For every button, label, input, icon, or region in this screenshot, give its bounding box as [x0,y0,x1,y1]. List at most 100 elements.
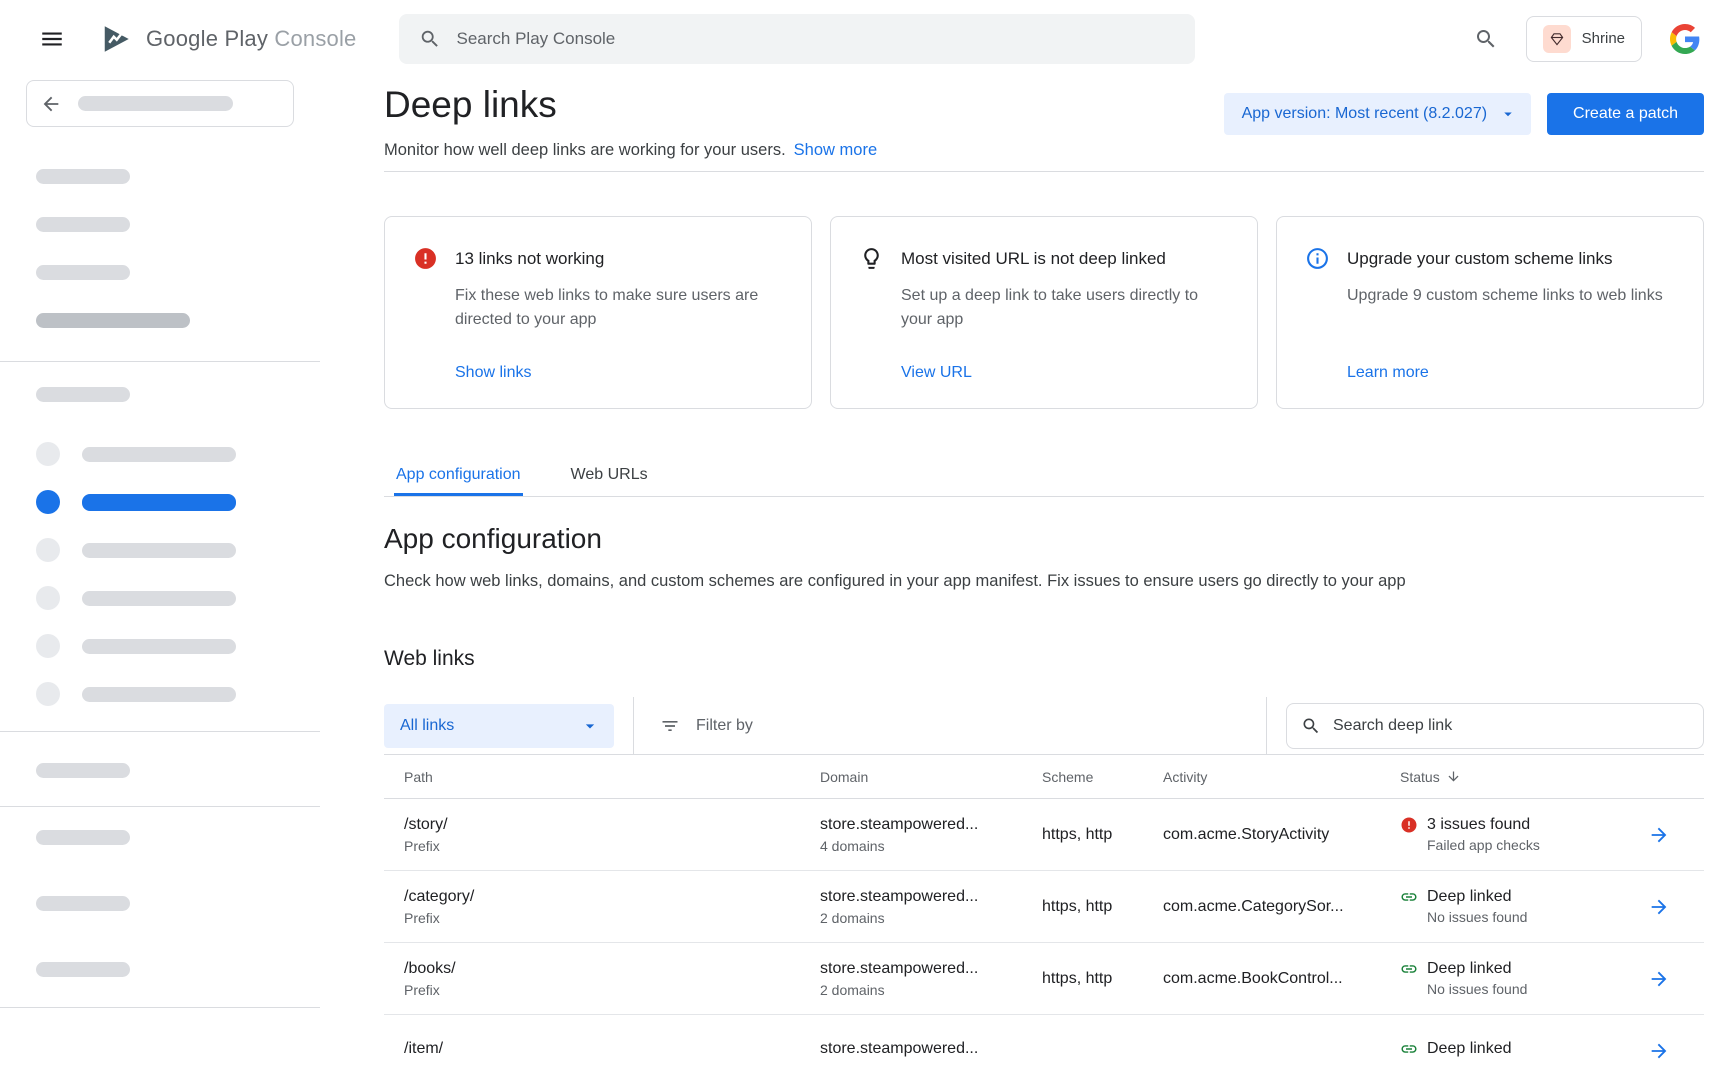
row-detail-arrow[interactable] [1648,1040,1704,1062]
global-search-input[interactable] [457,29,1175,49]
card-body: Upgrade 9 custom scheme links to web lin… [1347,284,1677,308]
card-title: Most visited URL is not deep linked [901,246,1166,271]
search-icon [1301,716,1321,736]
skeleton-bar [82,639,236,654]
skeleton-bar [36,313,190,328]
row-status: Deep linked [1427,960,1512,978]
column-path[interactable]: Path [404,769,820,785]
topbar: Google Play Console Shrine [0,0,1728,77]
search-icon-button[interactable] [1474,27,1498,51]
row-domain-count: 4 domains [820,838,1042,854]
learn-more-link[interactable]: Learn more [1347,364,1677,382]
table-row[interactable]: /books/Prefix store.steampowered...2 dom… [384,943,1704,1015]
menu-icon[interactable] [30,17,74,61]
skeleton-bar [36,962,130,977]
row-path: /story/ [404,816,820,834]
main-content: Deep links Monitor how well deep links a… [320,77,1728,1080]
row-path: /category/ [404,888,820,906]
column-activity[interactable]: Activity [1163,769,1400,785]
row-domain-count: 2 domains [820,982,1042,998]
sidebar-divider [0,806,320,807]
sidebar-nav-item[interactable] [0,670,320,718]
sidebar-nav-item[interactable] [0,574,320,622]
app-version-label: App version: Most recent (8.2.027) [1242,105,1487,123]
lightbulb-icon [859,246,884,271]
sidebar-nav-item-selected[interactable] [0,478,320,526]
table-row[interactable]: /item/ store.steampowered... Deep linked [384,1015,1704,1080]
deep-link-search-input[interactable] [1333,717,1689,735]
section-title: App configuration [384,523,1704,555]
link-icon [1400,888,1418,906]
card-body: Set up a deep link to take users directl… [901,284,1231,332]
header-divider [384,171,1704,172]
create-patch-button[interactable]: Create a patch [1547,93,1704,135]
sidebar-nav-item[interactable] [0,526,320,574]
row-activity: com.acme.CategorySor... [1163,898,1400,916]
view-url-link[interactable]: View URL [901,364,1231,382]
toolbar-divider [1266,697,1267,755]
insight-cards: 13 links not working Fix these web links… [384,216,1704,409]
row-status-detail: Failed app checks [1427,837,1648,853]
skeleton-bar [36,217,130,232]
sidebar-nav-item[interactable] [0,622,320,670]
search-icon [419,28,441,50]
tab-bar: App configuration Web URLs [384,458,1704,497]
table-row[interactable]: /story/Prefix store.steampowered...4 dom… [384,799,1704,871]
filter-by-button[interactable]: Filter by [660,716,753,736]
logo-text: Google Play Console [146,26,357,52]
play-console-logo: Google Play Console [98,21,357,57]
sidebar [0,77,320,1080]
shrine-app-icon [1543,25,1571,53]
global-search[interactable] [399,14,1195,64]
app-selector-chip[interactable]: Shrine [1526,16,1642,62]
sort-descending-icon [1446,769,1461,784]
links-filter-dropdown[interactable]: All links [384,704,614,748]
row-status-detail: No issues found [1427,909,1648,925]
row-scheme: https, http [1042,898,1163,916]
info-icon [1305,246,1330,271]
row-status: Deep linked [1427,1040,1512,1058]
filter-by-label: Filter by [696,717,753,735]
skeleton-icon [36,538,60,562]
tab-app-configuration[interactable]: App configuration [394,458,523,496]
show-links-link[interactable]: Show links [455,364,785,382]
row-path-type: Prefix [404,982,820,998]
skeleton-bar [82,687,236,702]
row-detail-arrow[interactable] [1648,824,1704,846]
app-version-dropdown[interactable]: App version: Most recent (8.2.027) [1224,93,1531,135]
skeleton-bar [36,830,130,845]
skeleton-icon [36,442,60,466]
google-account-icon[interactable] [1670,24,1700,54]
app-chip-label: Shrine [1582,30,1625,47]
card-upgrade-scheme-links: Upgrade your custom scheme links Upgrade… [1276,216,1704,409]
error-icon [413,246,438,271]
row-path: /item/ [404,1040,820,1058]
sidebar-back-button[interactable] [26,80,294,127]
row-path-type: Prefix [404,910,820,926]
column-status-label: Status [1400,769,1440,785]
sidebar-divider [0,731,320,732]
row-status: 3 issues found [1427,816,1530,834]
column-status[interactable]: Status [1400,769,1648,785]
skeleton-bar [82,591,236,606]
skeleton-bar [36,387,130,402]
link-icon [1400,1040,1418,1058]
card-body: Fix these web links to make sure users a… [455,284,785,332]
tab-web-urls[interactable]: Web URLs [569,458,650,496]
table-row[interactable]: /category/Prefix store.steampowered...2 … [384,871,1704,943]
skeleton-bar [36,896,130,911]
section-description: Check how web links, domains, and custom… [384,570,1704,593]
row-detail-arrow[interactable] [1648,968,1704,990]
row-domain-count: 2 domains [820,910,1042,926]
skeleton-bar [78,96,233,111]
row-detail-arrow[interactable] [1648,896,1704,918]
column-scheme[interactable]: Scheme [1042,769,1163,785]
chevron-down-icon [1499,105,1517,123]
column-domain[interactable]: Domain [820,769,1042,785]
deep-link-search[interactable] [1286,703,1704,749]
sidebar-nav-item[interactable] [0,430,320,478]
table-header: Path Domain Scheme Activity Status [384,755,1704,799]
row-scheme: https, http [1042,970,1163,988]
show-more-link[interactable]: Show more [794,141,877,159]
row-domain: store.steampowered... [820,1040,1042,1058]
